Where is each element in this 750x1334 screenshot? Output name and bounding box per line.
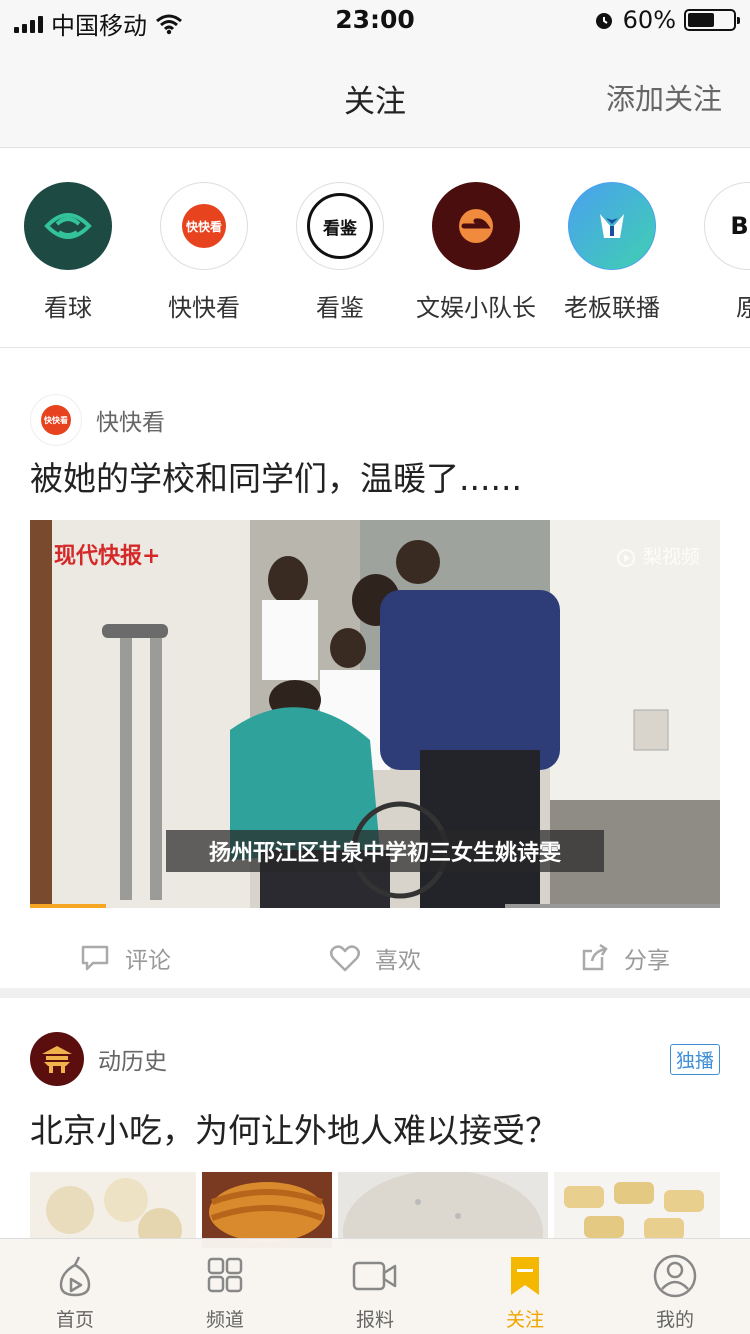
bottom-tab-bar: 首页 频道 报料 关注 我的 [0, 1238, 750, 1334]
kanqiu-logo-icon [24, 182, 112, 270]
tab-label: 关注 [505, 1309, 544, 1331]
video-caption: 扬州邗江区甘泉中学初三女生姚诗雯 [166, 830, 604, 872]
comment-label: 评论 [125, 948, 171, 974]
heart-icon [330, 945, 360, 972]
food-image [202, 1172, 332, 1248]
video-source-watermark: 梨视频 [615, 542, 700, 569]
post-author[interactable]: 动历史 [30, 1032, 167, 1086]
tab-label: 首页 [55, 1309, 94, 1331]
channel-label: 老板联播 [564, 294, 660, 322]
video-player[interactable]: 现代快报+ 梨视频 扬州邗江区甘泉中学初三女生姚诗雯 [30, 520, 720, 908]
author-avatar: 快快看 [30, 394, 82, 446]
laoban-logo-icon [568, 182, 656, 270]
channel-grid-icon [207, 1257, 243, 1293]
comment-button[interactable]: 评论 [0, 928, 250, 988]
bookmark-icon [511, 1257, 539, 1295]
channel-item-wenyu[interactable]: 文娱小队长 [408, 182, 544, 323]
post-actions: 评论 喜欢 分享 [0, 928, 750, 988]
battery-percent: 60% [622, 6, 676, 34]
tab-label: 频道 [205, 1309, 244, 1331]
post-title[interactable]: 被她的学校和同学们，温暖了...... [30, 452, 522, 500]
profile-icon [653, 1254, 697, 1298]
channel-item-kanjian[interactable]: 看鉴 看鉴 [272, 182, 408, 323]
channel-item-laoban[interactable]: 老板联播 [544, 182, 680, 323]
food-image [30, 1172, 196, 1248]
battery-icon [684, 9, 740, 31]
video-progress-track [505, 904, 720, 908]
food-image [338, 1172, 548, 1248]
tab-label: 我的 [655, 1309, 694, 1331]
channel-label: 看球 [44, 294, 92, 322]
pear-video-icon [616, 548, 635, 567]
post-author[interactable]: 快快看 快快看 [30, 394, 165, 446]
share-button[interactable]: 分享 [500, 928, 750, 988]
author-name: 快快看 [96, 410, 165, 436]
channel-label: 快快看 [168, 294, 240, 322]
channel-label: 文娱小队长 [416, 294, 536, 322]
add-follow-button[interactable]: 添加关注 [606, 76, 722, 118]
tab-report[interactable]: 报料 [300, 1239, 450, 1334]
author-avatar [30, 1032, 84, 1086]
wenyu-logo-icon [432, 182, 520, 270]
channel-item-kanqiu[interactable]: 看球 [0, 182, 136, 323]
kanjian-logo-icon: 看鉴 [296, 182, 384, 270]
author-name: 动历史 [98, 1049, 167, 1075]
kuaikuaikan-logo-icon: 快快看 [160, 182, 248, 270]
status-bar: 中国移动 23:00 60% [0, 0, 750, 40]
post-title[interactable]: 北京小吃，为何让外地人难以接受？ [30, 1104, 558, 1152]
comment-icon [81, 945, 109, 971]
battery-level [688, 13, 715, 27]
like-label: 喜欢 [375, 948, 421, 974]
tab-profile[interactable]: 我的 [600, 1239, 750, 1334]
channel-label: 看鉴 [316, 294, 364, 322]
tab-channels[interactable]: 频道 [150, 1239, 300, 1334]
like-button[interactable]: 喜欢 [250, 928, 500, 988]
tab-home[interactable]: 首页 [0, 1239, 150, 1334]
channel-label: 原 [680, 288, 750, 323]
followed-channels-row[interactable]: 看球 快快看 快快看 看鉴 看鉴 文娱小队长 老板联播 B [0, 148, 750, 348]
exclusive-badge: 独播 [669, 1044, 720, 1075]
feed-post[interactable]: 动历史 独播 北京小吃，为何让外地人难以接受？ [0, 1008, 750, 1248]
tab-follow[interactable]: 关注 [450, 1239, 600, 1334]
nav-header: 关注 添加关注 [0, 40, 750, 148]
brand-logo-icon: Bru [704, 182, 750, 270]
share-icon [582, 943, 608, 971]
palace-icon [42, 1046, 72, 1073]
channel-item-partial[interactable]: Bru 原 [680, 182, 750, 323]
tab-label: 报料 [355, 1309, 394, 1331]
alarm-icon [595, 13, 612, 29]
feed-post[interactable]: 快快看 快快看 被她的学校和同学们，温暖了...... 现代快报+ 梨视频 扬州… [0, 348, 750, 998]
video-brand-watermark: 现代快报+ [54, 543, 161, 569]
home-icon [59, 1256, 91, 1297]
video-camera-icon [352, 1261, 397, 1291]
video-progress-bar[interactable] [30, 904, 106, 908]
food-image [554, 1172, 720, 1248]
channel-item-kuaikuaikan[interactable]: 快快看 快快看 [136, 182, 272, 323]
post-image-strip[interactable] [30, 1172, 720, 1248]
share-label: 分享 [624, 948, 670, 974]
